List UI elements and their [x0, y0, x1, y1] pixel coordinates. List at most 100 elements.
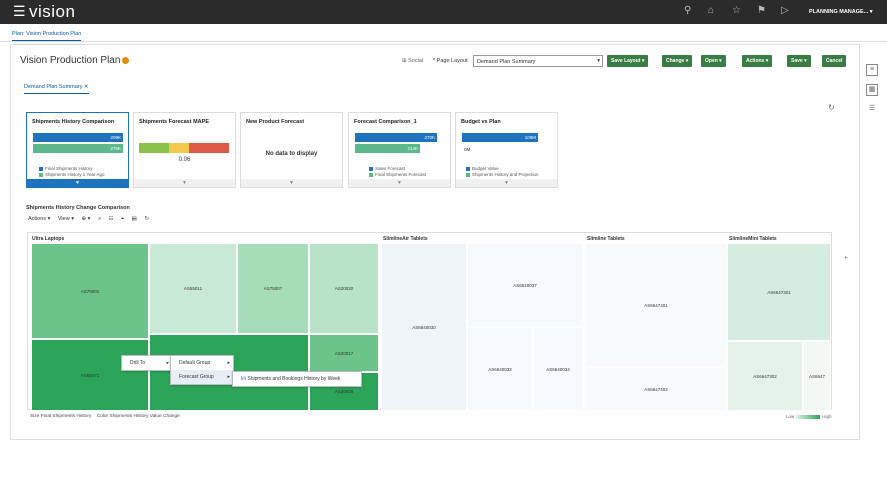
page-title: Vision Production Plan — [20, 55, 130, 66]
treemap-cell[interactable]: AS20020 — [309, 243, 379, 334]
treemap-cell[interactable]: AS6640030 — [381, 243, 467, 411]
group-label: Ultra Laptops — [32, 236, 65, 242]
pin-icon[interactable]: ⌖ — [121, 216, 124, 222]
chevron-down-icon[interactable]: ▼ — [134, 179, 235, 187]
chevron-down-icon: ▾ — [597, 58, 600, 64]
bar-label: 0M — [464, 147, 471, 152]
chevron-down-icon[interactable]: ▼ — [27, 179, 128, 187]
chevron-down-icon[interactable]: ▼ — [241, 179, 342, 187]
card-new-product-forecast[interactable]: New Product Forecast No data to display … — [240, 112, 343, 188]
save-button[interactable]: Save ▾ — [787, 55, 811, 67]
card-shipments-history[interactable]: Shipments History Comparison 209K 270K F… — [26, 112, 129, 188]
hamburger-menu-icon[interactable]: ☰ — [13, 3, 26, 20]
card-title: New Product Forecast — [246, 119, 305, 125]
treemap-cell[interactable]: AS75007 — [237, 243, 309, 334]
page-layout-select[interactable]: Demand Plan Summary ▾ — [473, 55, 603, 67]
gauge-segment — [169, 143, 189, 153]
legend-item: Budget Value — [466, 166, 499, 171]
card-budget-vs-plan[interactable]: Budget vs Plan 108M 0M Budget Value Ship… — [455, 112, 558, 188]
treemap: Ultra Laptops SlimlineAir Tablets Slimli… — [27, 232, 832, 411]
group-label: SlimlineMini Tablets — [729, 236, 777, 242]
treemap-cell[interactable]: AS6647 — [803, 341, 831, 411]
group-label: Slimline Tablets — [587, 236, 625, 242]
document-icon[interactable]: ≡ — [866, 64, 878, 76]
treemap-cell[interactable]: AS6640037 — [467, 243, 583, 327]
treemap-cell[interactable]: AS65011 — [149, 243, 237, 334]
card-title: Shipments Forecast MAPE — [139, 119, 209, 125]
add-icon[interactable]: ⊕ ▾ — [82, 216, 91, 222]
home-icon[interactable]: ⌂ — [708, 5, 714, 16]
table-icon[interactable]: ▤ — [132, 216, 137, 222]
submenu: lılı Shipments and Bookings History by W… — [232, 371, 362, 387]
metric-value: 0.06 — [178, 157, 191, 163]
page-layout-label: * Page Layout — [433, 58, 468, 64]
bar: 214K — [355, 144, 420, 153]
section-title: Shipments History Change Comparison — [26, 205, 130, 211]
expand-icon[interactable]: » — [98, 216, 101, 222]
favorites-icon[interactable]: ☆ — [732, 5, 741, 16]
treemap-cell[interactable]: AS6647302 — [727, 341, 803, 411]
group-label: SlimlineAir Tablets — [383, 236, 428, 242]
legend-item: Final Shipments History — [39, 166, 93, 171]
card-title: Shipments History Comparison — [32, 119, 115, 125]
menu-item-default-group[interactable]: Default Group ▸ — [171, 356, 233, 370]
info-icon[interactable] — [122, 56, 130, 64]
treemap-cell[interactable]: AS6647301 — [727, 243, 831, 341]
gauge-segment — [139, 143, 169, 153]
layout-icon[interactable]: ▦ — [866, 84, 878, 96]
refresh-icon[interactable]: ↻ — [144, 216, 149, 222]
right-sidebar: ≡ ▦ ☰ — [862, 60, 882, 124]
user-menu[interactable]: PLANNING MANAGE... ▾ — [809, 9, 873, 15]
social-link[interactable]: ⊞ Social — [402, 58, 423, 64]
cancel-button[interactable]: Cancel — [822, 55, 847, 67]
chevron-down-icon[interactable]: ▼ — [456, 179, 557, 187]
empty-message: No data to display — [265, 151, 318, 157]
gauge-segment — [189, 143, 229, 153]
treemap-footer: Size Final Shipments History Color Shipm… — [30, 414, 180, 419]
treemap-cell[interactable]: AS6640034 — [533, 327, 583, 411]
actions-menu[interactable]: Actions ▾ — [28, 216, 50, 222]
freeze-icon[interactable]: ☷ — [109, 216, 114, 222]
legend-item: Shipments History 1 Year Ago — [39, 172, 105, 177]
legend-item: Sales Forecast — [369, 166, 405, 171]
context-menu: Drill To ▸ — [121, 355, 173, 371]
treemap-cell[interactable]: AS75001 — [31, 243, 149, 339]
menu-item-shipments-bookings[interactable]: lılı Shipments and Bookings History by W… — [233, 372, 361, 386]
collapse-icon[interactable]: ▸ — [845, 254, 848, 261]
legend-item: Final Shipments Forecast — [369, 172, 426, 177]
card-forecast-comparison[interactable]: Forecast Comparison_1 270K 214K Sales Fo… — [348, 112, 451, 188]
tab-strip: Plan: Vision Production Plan — [0, 24, 887, 42]
color-legend: Low High — [786, 414, 832, 419]
open-button[interactable]: Open ▾ — [701, 55, 726, 67]
tab-demand-plan-summary[interactable]: Demand Plan Summary ✕ — [24, 84, 89, 94]
menu-item-forecast-group[interactable]: Forecast Group ▸ — [171, 370, 233, 384]
bar: 108M — [462, 133, 538, 142]
list-icon[interactable]: ☰ — [866, 104, 878, 116]
bar: 270K — [355, 133, 437, 142]
bar: 209K — [33, 133, 123, 142]
navigator-icon[interactable]: ⚑ — [757, 5, 766, 16]
treemap-toolbar: Actions ▾ View ▾ ⊕ ▾ » ☷ ⌖ ▤ ↻ — [28, 216, 155, 223]
change-button[interactable]: Change ▾ — [662, 55, 693, 67]
save-layout-button[interactable]: Save Layout ▾ — [607, 55, 649, 67]
view-menu[interactable]: View ▾ — [58, 216, 74, 222]
bar: 270K — [33, 144, 123, 153]
treemap-cell[interactable]: AS20017 — [309, 334, 379, 372]
actions-button[interactable]: Actions ▾ — [742, 55, 773, 67]
card-title: Forecast Comparison_1 — [354, 119, 417, 125]
treemap-cell[interactable]: AS6647401 — [585, 243, 727, 367]
chevron-down-icon[interactable]: ▼ — [349, 179, 450, 187]
refresh-icon[interactable]: ↻ — [828, 103, 835, 112]
treemap-cell[interactable]: AS6640032 — [467, 327, 533, 411]
card-forecast-mape[interactable]: Shipments Forecast MAPE 0.06 ▼ — [133, 112, 236, 188]
tab-plan[interactable]: Plan: Vision Production Plan — [12, 31, 82, 41]
legend-item: Shipments History and Projection — [466, 172, 539, 177]
menu-item-drill-to[interactable]: Drill To ▸ — [122, 356, 172, 370]
treemap-cell[interactable]: AS65071 — [31, 339, 149, 411]
play-icon[interactable]: ▷ — [781, 5, 789, 16]
treemap-cell[interactable]: AS6647402 — [585, 367, 727, 411]
search-icon[interactable]: ⚲ — [684, 5, 691, 16]
submenu: Default Group ▸ Forecast Group ▸ — [170, 355, 234, 385]
app-logo: vision — [29, 2, 76, 21]
card-title: Budget vs Plan — [461, 119, 501, 125]
